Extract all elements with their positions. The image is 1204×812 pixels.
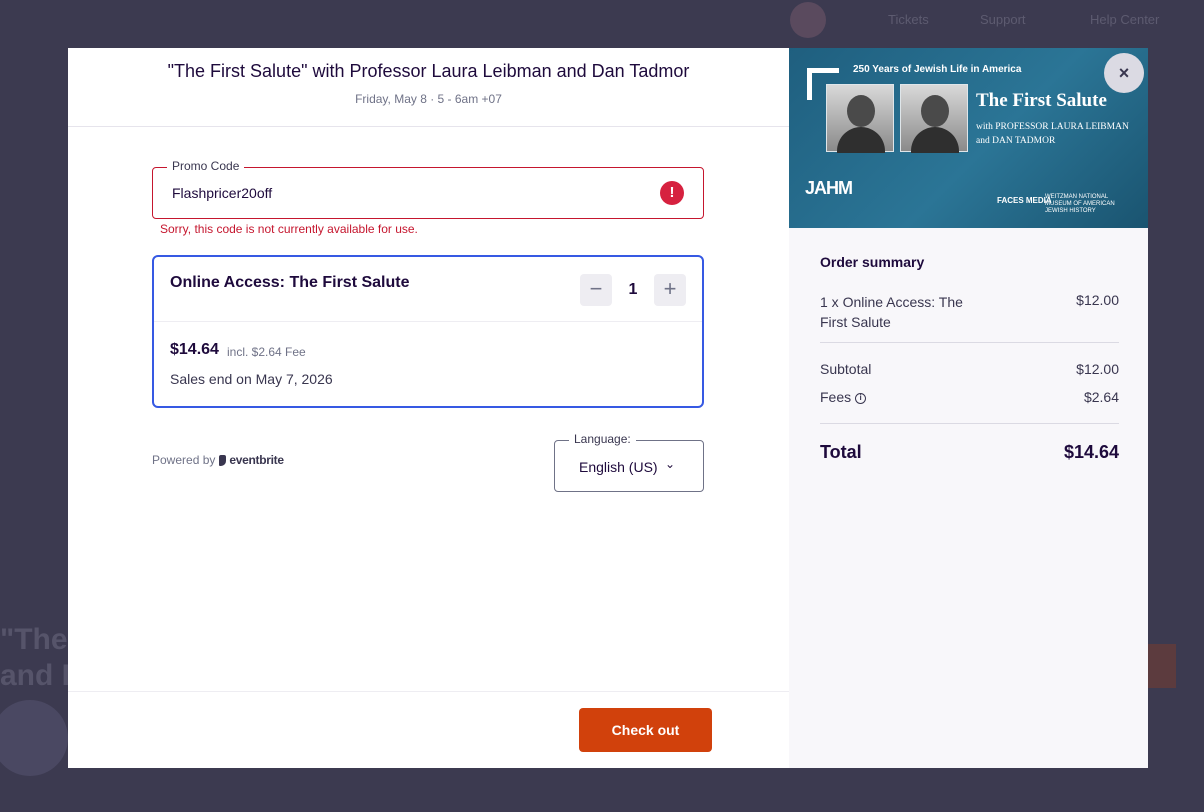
fees-label: Fees <box>820 389 852 405</box>
chevron-down-icon: ⌄ <box>665 457 676 471</box>
faces-media-logo: FACES MEDIA <box>997 196 1052 205</box>
backdrop-organizer-avatar <box>0 700 68 776</box>
language-label: Language: <box>569 432 636 446</box>
fees-row: Fees i $2.64 <box>820 389 1119 405</box>
checkout-modal: "The First Salute" with Professor Laura … <box>68 48 1148 768</box>
order-line-item: 1 x Online Access: The First Salute $12.… <box>820 292 1119 342</box>
ticket-sales-end: Sales end on May 7, 2026 <box>170 371 333 387</box>
banner-subtitle: with PROFESSOR LAURA LEIBMAN and DAN TAD… <box>976 122 1129 146</box>
ticket-fee-note: incl. $2.64 Fee <box>227 345 306 359</box>
museum-logo: WEITZMAN NATIONAL MUSEUM OF AMERICAN JEW… <box>1045 194 1115 214</box>
total-row: Total $14.64 <box>820 442 1119 463</box>
event-header: "The First Salute" with Professor Laura … <box>68 48 789 127</box>
checkout-footer: Check out <box>68 691 789 768</box>
event-date: Friday, May 8 · 5 - 6am +07 <box>355 92 502 106</box>
total-label: Total <box>820 442 862 462</box>
minus-icon[interactable]: − <box>580 274 612 306</box>
quantity-stepper: − 1 + <box>580 274 686 306</box>
promo-code-input[interactable] <box>172 185 642 201</box>
summary-divider <box>820 342 1119 343</box>
jahm-logo: JAHM <box>805 178 853 198</box>
line-item-label: 1 x Online Access: The First Salute <box>820 294 963 330</box>
language-select[interactable]: Language: English (US) ⌄ <box>554 432 704 492</box>
promo-code-field[interactable]: Promo Code ! <box>152 159 704 219</box>
backdrop-avatar <box>790 2 826 38</box>
powered-by-text: Powered by <box>152 453 216 467</box>
fees-value: $2.64 <box>1083 389 1119 405</box>
powered-by: Powered by eventbrite <box>152 453 284 467</box>
backdrop-link-support: Support <box>980 12 1026 27</box>
checkout-button[interactable]: Check out <box>579 708 712 752</box>
language-value: English (US) <box>579 459 658 475</box>
backdrop-header: Tickets Support Help Center <box>0 0 1204 48</box>
speaker-photo-tadmor <box>900 84 968 153</box>
alert-icon: ! <box>660 181 684 205</box>
order-summary-heading: Order summary <box>820 254 925 270</box>
subtotal-row: Subtotal $12.00 <box>820 361 1119 377</box>
fees-label-group: Fees i <box>820 389 867 405</box>
plus-icon[interactable]: + <box>654 274 686 306</box>
ticket-name: Online Access: The First Salute <box>170 274 410 291</box>
backdrop-heading: "The and I <box>0 622 70 694</box>
backdrop-link-help: Help Center <box>1090 12 1160 27</box>
checkout-main-panel: "The First Salute" with Professor Laura … <box>68 48 789 768</box>
ticket-divider <box>154 321 702 322</box>
total-value: $14.64 <box>1063 442 1119 462</box>
info-icon[interactable]: i <box>855 392 867 404</box>
backdrop-link-tickets: Tickets <box>888 12 929 27</box>
ticket-price: $14.64 <box>170 341 219 358</box>
event-banner-image: 250 Years of Jewish Life in America The … <box>789 48 1148 228</box>
promo-code-label: Promo Code <box>167 159 245 173</box>
ticket-card: Online Access: The First Salute − 1 + $1… <box>152 255 704 408</box>
banner-title: The First Salute <box>976 90 1107 111</box>
banner-tagline: 250 Years of Jewish Life in America <box>853 64 1022 75</box>
order-summary: Order summary 1 x Online Access: The Fir… <box>820 254 1119 463</box>
order-summary-panel: 250 Years of Jewish Life in America The … <box>789 48 1148 768</box>
subtotal-value: $12.00 <box>1076 361 1119 377</box>
eventbrite-logo-icon <box>219 454 227 466</box>
speaker-photo-leibman <box>826 84 894 153</box>
event-title: "The First Salute" with Professor Laura … <box>167 61 690 81</box>
backdrop-heading-line1: "The <box>0 623 68 656</box>
quantity-value: 1 <box>628 281 638 298</box>
close-icon[interactable]: × <box>1104 53 1144 93</box>
summary-divider-total <box>820 423 1119 424</box>
backdrop-button <box>1148 644 1176 688</box>
line-item-price: $12.00 <box>1076 292 1119 308</box>
eventbrite-wordmark[interactable]: eventbrite <box>229 453 284 467</box>
subtotal-label: Subtotal <box>820 361 872 377</box>
backdrop-heading-line2: and I <box>0 659 71 692</box>
promo-error-message: Sorry, this code is not currently availa… <box>160 222 418 236</box>
